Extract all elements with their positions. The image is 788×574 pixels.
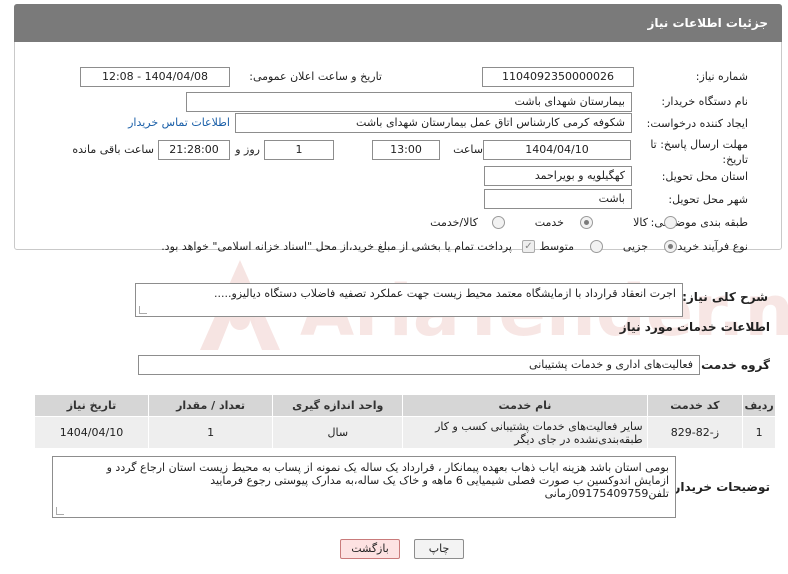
category-option-goods: کالا (633, 216, 648, 229)
category-radio-service[interactable] (580, 216, 593, 229)
province-field: کهگیلویه و بویراحمد (484, 166, 632, 186)
process-label: نوع فرآیند خرید : (670, 240, 748, 253)
service-group-field: فعالیت‌های اداری و خدمات پشتیبانی (138, 355, 700, 375)
remaining-label: ساعت باقی مانده (72, 143, 154, 156)
cell-code: ز-82-829 (646, 416, 744, 449)
announce-field: 1404/04/08 - 12:08 (80, 67, 230, 87)
print-button[interactable]: چاپ (414, 539, 464, 559)
city-field: باشت (484, 189, 632, 209)
requester-field: شکوفه کرمی کارشناس اتاق عمل بیمارستان شه… (235, 113, 632, 133)
buyer-notes-textarea[interactable]: بومی استان باشد هزینه ایاب ذهاب بعهده پی… (52, 456, 676, 518)
col-name-header: نام خدمت (402, 394, 648, 417)
buyer-notes-line: تلفن09175409759زمانی (544, 487, 669, 500)
category-radio-goods[interactable] (664, 216, 677, 229)
need-number-label: شماره نیاز: (695, 70, 748, 83)
panel-title: جزئیات اطلاعات نیاز (14, 4, 782, 42)
summary-text: اجرت انعقاد قرارداد با ازمایشگاه معتمد م… (213, 287, 676, 300)
buyer-org-field: بیمارستان شهدای باشت (186, 92, 632, 112)
cell-qty: 1 (147, 416, 274, 449)
buyer-org-label: نام دستگاه خریدار: (661, 95, 748, 108)
service-group-label: گروه خدمت: (696, 358, 770, 372)
table-header-row: ردیف کد خدمت نام خدمت واحد اندازه گیری ت… (34, 394, 776, 417)
remaining-time-field: 21:28:00 (158, 140, 230, 160)
payment-note: پرداخت تمام یا بخشی از مبلغ خرید،از محل … (161, 240, 512, 253)
deadline-time-field: 13:00 (372, 140, 440, 160)
cell-date: 1404/04/10 (34, 416, 149, 449)
process-option-minor: جزیی (622, 240, 648, 253)
col-unit-header: واحد اندازه گیری (272, 394, 404, 417)
services-title: اطلاعات خدمات مورد نیاز (619, 320, 770, 334)
buyer-contact-link[interactable]: اطلاعات تماس خریدار (128, 116, 230, 129)
resize-grip-icon[interactable] (56, 507, 64, 515)
col-qty-header: تعداد / مقدار (147, 394, 274, 417)
requester-label: ایجاد کننده درخواست: (646, 117, 748, 130)
deadline-time-label: ساعت (453, 143, 483, 156)
col-code-header: کد خدمت (646, 394, 744, 417)
cell-unit: سال (272, 416, 404, 449)
buyer-notes-label: توضیحات خریدار: (668, 480, 770, 494)
table-row[interactable]: 1 ز-82-829 سایر فعالیت‌های خدمات پشتیبان… (34, 416, 776, 449)
province-label: استان محل تحویل: (661, 170, 748, 183)
process-radio-minor[interactable] (664, 240, 677, 253)
category-option-service: خدمت (534, 216, 564, 229)
cell-row: 1 (742, 416, 776, 449)
deadline-label: مهلت ارسال پاسخ: تا تاریخ: (650, 138, 748, 166)
buyer-notes-line: بومی استان باشد هزینه ایاب ذهاب بعهده پی… (106, 461, 669, 474)
back-button[interactable]: بازگشت (340, 539, 400, 559)
need-number-field: 1104092350000026 (482, 67, 634, 87)
cell-name: سایر فعالیت‌های خدمات پشتیبانی کسب و کار… (402, 416, 648, 449)
buyer-notes-line: ازمایش اندوکسین ب صورت فصلی شیمیایی 6 ما… (210, 474, 669, 487)
summary-label: شرح کلی نیاز: (682, 290, 768, 304)
deadline-date-field: 1404/04/10 (483, 140, 631, 160)
category-option-goods-service: کالا/خدمت (430, 216, 478, 229)
category-radio-goods-service[interactable] (492, 216, 505, 229)
process-option-medium: متوسط (539, 240, 574, 253)
treasury-checkbox[interactable]: ✓ (522, 240, 535, 253)
summary-textarea[interactable]: اجرت انعقاد قرارداد با ازمایشگاه معتمد م… (135, 283, 683, 317)
days-label: روز و (235, 143, 260, 156)
announce-label: تاریخ و ساعت اعلان عمومی: (249, 70, 382, 83)
services-table: ردیف کد خدمت نام خدمت واحد اندازه گیری ت… (34, 394, 776, 449)
col-row-header: ردیف (742, 394, 776, 417)
remaining-days-field: 1 (264, 140, 334, 160)
resize-grip-icon[interactable] (139, 306, 147, 314)
col-date-header: تاریخ نیاز (34, 394, 149, 417)
process-radio-medium[interactable] (590, 240, 603, 253)
city-label: شهر محل تحویل: (668, 193, 748, 206)
